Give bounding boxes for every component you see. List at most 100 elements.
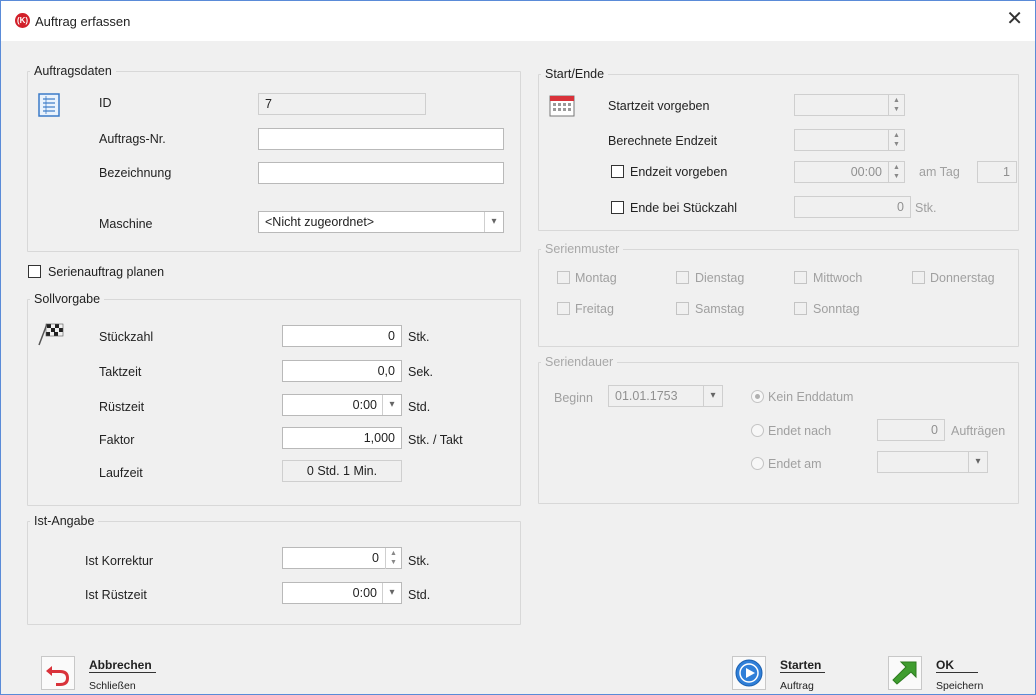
ruestzeit-unit: Std. — [408, 400, 431, 414]
auftrags-nr-input[interactable] — [258, 128, 504, 150]
serienauftrag-checkbox[interactable] — [28, 265, 41, 278]
ruestzeit-select[interactable]: 0:00 ▾ — [282, 394, 402, 416]
spinner-arrows-icon[interactable]: ▲ ▼ — [888, 130, 904, 151]
abbrechen-icon-box[interactable] — [41, 656, 75, 690]
serienmuster-group: Serienmuster — [538, 242, 1019, 347]
auftrags-nr-label: Auftrags-Nr. — [99, 132, 166, 146]
ok-icon-box[interactable] — [888, 656, 922, 690]
spinner-arrows-icon[interactable]: ▲ ▼ — [888, 95, 904, 116]
freitag-checkbox[interactable] — [557, 302, 570, 315]
play-icon — [735, 659, 763, 687]
starten-icon-box[interactable] — [732, 656, 766, 690]
ist-korrektur-value: 0 — [372, 551, 379, 565]
kein-enddatum-radio[interactable] — [751, 390, 764, 403]
ok-title[interactable]: OK — [936, 658, 978, 673]
chevron-down-icon[interactable]: ▾ — [484, 212, 503, 232]
endet-nach-label: Endet nach — [768, 424, 832, 438]
endzeit-stepper[interactable]: ▲ ▼ — [794, 129, 905, 151]
endet-nach-input[interactable]: 0 — [877, 419, 945, 441]
maschine-select[interactable]: <Nicht zugeordnet> ▾ — [258, 211, 504, 233]
samstag-checkbox[interactable] — [676, 302, 689, 315]
endzeit-vorgeben-checkbox[interactable] — [611, 165, 624, 178]
start-ende-legend: Start/Ende — [545, 67, 605, 81]
endet-am-radio[interactable] — [751, 457, 764, 470]
auftragsdaten-legend: Auftragsdaten — [34, 64, 112, 78]
ist-korrektur-stepper[interactable]: 0 ▲ ▼ — [282, 547, 402, 569]
endzeit-vorgeben-label: Endzeit vorgeben — [630, 165, 728, 179]
abbrechen-subtitle: Schließen — [89, 680, 136, 692]
dienstag-checkbox[interactable] — [676, 271, 689, 284]
ende-stueckzahl-label: Ende bei Stückzahl — [630, 201, 738, 215]
startzeit-stepper[interactable]: ▲ ▼ — [794, 94, 905, 116]
stueckzahl-unit: Stk. — [408, 330, 430, 344]
ist-korrektur-label: Ist Korrektur — [85, 554, 154, 568]
checkered-flag-icon — [38, 323, 64, 346]
bezeichnung-input[interactable] — [258, 162, 504, 184]
dienstag-label: Dienstag — [695, 271, 745, 285]
maschine-label: Maschine — [99, 217, 153, 231]
id-label: ID — [99, 96, 112, 110]
abbrechen-title[interactable]: Abbrechen — [89, 658, 156, 673]
chevron-down-icon[interactable]: ▾ — [703, 386, 722, 406]
beginn-label: Beginn — [554, 391, 593, 405]
ist-angabe-legend: Ist-Angabe — [34, 514, 95, 528]
freitag-label: Freitag — [575, 302, 614, 316]
endzeit-vorgeben-value: 00:00 — [850, 165, 882, 179]
ruestzeit-label: Rüstzeit — [99, 400, 145, 414]
chevron-down-icon[interactable]: ▾ — [382, 583, 401, 603]
faktor-input[interactable]: 1,000 — [282, 427, 402, 449]
mittwoch-checkbox[interactable] — [794, 271, 807, 284]
document-list-icon — [38, 93, 60, 117]
startzeit-label: Startzeit vorgeben — [608, 99, 710, 113]
ende-stueckzahl-input[interactable]: 0 — [794, 196, 911, 218]
sollvorgabe-legend: Sollvorgabe — [34, 292, 101, 306]
endzeit-vorgeben-stepper[interactable]: 00:00 ▲ ▼ — [794, 161, 905, 183]
chevron-down-icon[interactable]: ▾ — [382, 395, 401, 415]
ist-ruestzeit-select[interactable]: 0:00 ▾ — [282, 582, 402, 604]
spinner-arrows-icon[interactable]: ▲ ▼ — [888, 162, 904, 183]
sonntag-checkbox[interactable] — [794, 302, 807, 315]
bezeichnung-label: Bezeichnung — [99, 166, 172, 180]
beginn-date-select[interactable]: 01.01.1753 ▾ — [608, 385, 723, 407]
chevron-down-icon[interactable]: ▾ — [968, 452, 987, 472]
id-field: 7 — [258, 93, 426, 115]
donnerstag-checkbox[interactable] — [912, 271, 925, 284]
donnerstag-label: Donnerstag — [930, 271, 995, 285]
stueckzahl-label: Stückzahl — [99, 330, 154, 344]
taktzeit-input[interactable]: 0,0 — [282, 360, 402, 382]
undo-arrow-icon — [46, 666, 69, 686]
ist-ruestzeit-unit: Std. — [408, 588, 431, 602]
laufzeit-field: 0 Std. 1 Min. — [282, 460, 402, 482]
endet-am-date-select[interactable]: ▾ — [877, 451, 988, 473]
close-icon[interactable]: ✕ — [1006, 9, 1023, 29]
maschine-value: <Nicht zugeordnet> — [265, 215, 375, 229]
taktzeit-unit: Sek. — [408, 365, 434, 379]
serienmuster-legend: Serienmuster — [545, 242, 620, 256]
arrow-up-right-icon — [892, 661, 917, 685]
beginn-value: 01.01.1753 — [615, 389, 678, 403]
ist-ruestzeit-label: Ist Rüstzeit — [85, 588, 147, 602]
montag-checkbox[interactable] — [557, 271, 570, 284]
endet-nach-radio[interactable] — [751, 424, 764, 437]
endet-nach-unit: Aufträgen — [951, 424, 1006, 438]
mittwoch-label: Mittwoch — [813, 271, 863, 285]
endet-am-label: Endet am — [768, 457, 822, 471]
dialog-window: (K) Auftrag erfassen ✕ Auftragsdaten ID … — [0, 0, 1036, 695]
ende-stueckzahl-unit: Stk. — [915, 201, 937, 215]
serienauftrag-label: Serienauftrag planen — [48, 265, 165, 279]
starten-title[interactable]: Starten — [780, 658, 826, 673]
faktor-label: Faktor — [99, 433, 135, 447]
stueckzahl-input[interactable]: 0 — [282, 325, 402, 347]
ruestzeit-value: 0:00 — [352, 398, 377, 412]
montag-label: Montag — [575, 271, 617, 285]
window-title: Auftrag erfassen — [35, 14, 131, 29]
seriendauer-legend: Seriendauer — [545, 355, 614, 369]
app-logo-icon: (K) — [15, 13, 30, 28]
am-tag-input[interactable]: 1 — [977, 161, 1017, 183]
calendar-icon — [549, 95, 575, 117]
ende-stueckzahl-checkbox[interactable] — [611, 201, 624, 214]
endzeit-label: Berechnete Endzeit — [608, 134, 718, 148]
spinner-arrows-icon[interactable]: ▲ ▼ — [385, 548, 401, 569]
am-tag-label: am Tag — [919, 165, 960, 179]
ist-ruestzeit-value: 0:00 — [352, 586, 377, 600]
